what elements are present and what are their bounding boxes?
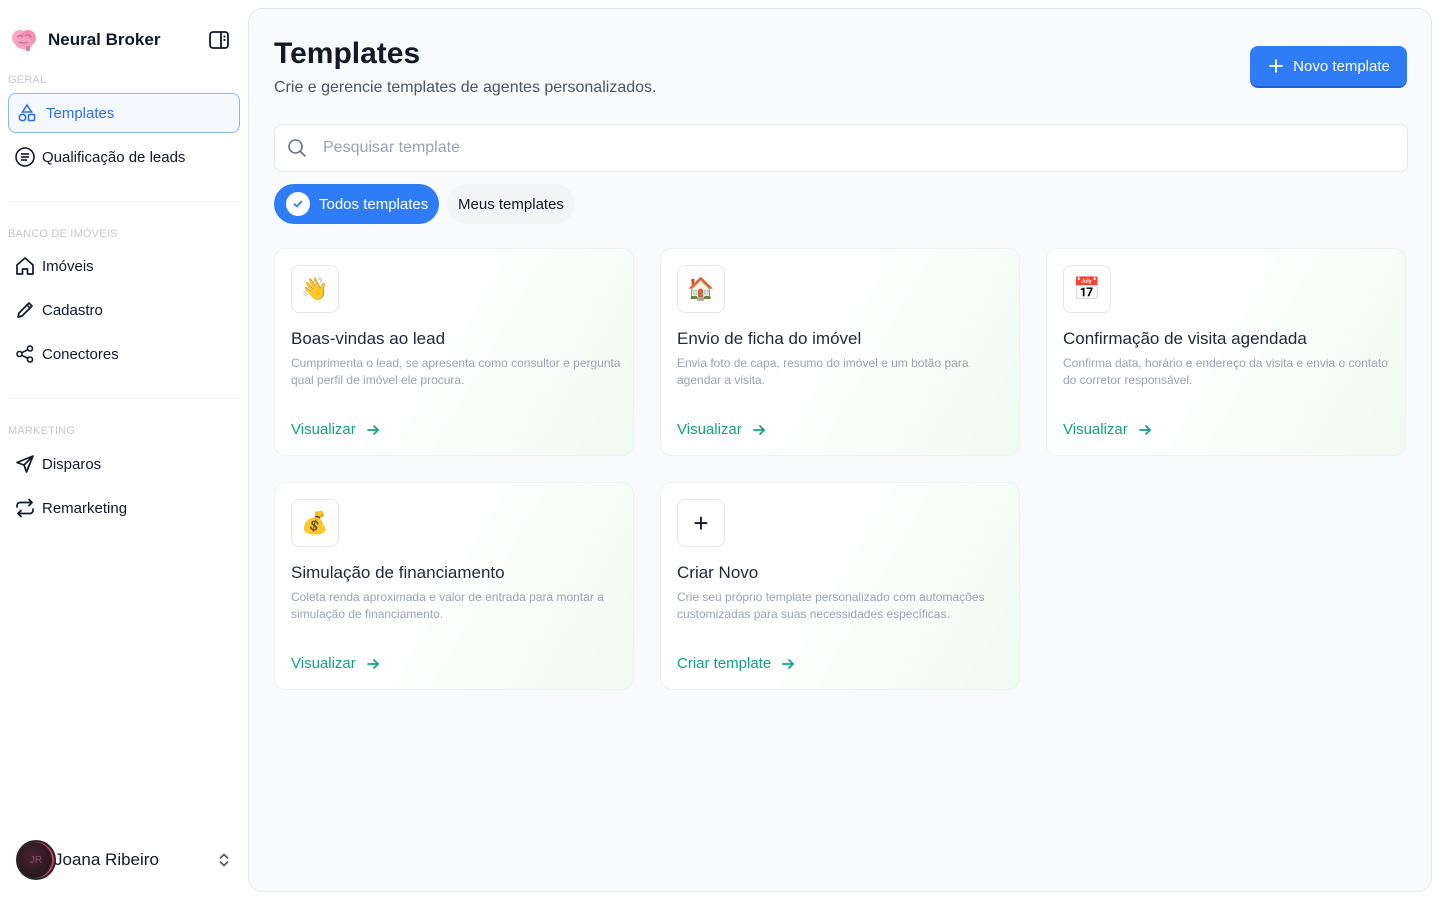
house-icon: 🏠 [677, 265, 725, 313]
link-label: Visualizar [291, 421, 356, 438]
search-input[interactable] [323, 139, 1323, 157]
user-menu[interactable]: JR Joana Ribeiro [16, 840, 236, 880]
search-icon [287, 138, 307, 158]
section-label-banco-de-imoveis: BANCO DE IMÓVEIS [8, 228, 118, 240]
card-description: Cumprimenta o lead, se apresenta como co… [291, 356, 621, 387]
template-card: 👋 Boas-vindas ao lead Cumprimenta o lead… [274, 248, 634, 456]
card-title: Simulação de financiamento [291, 563, 505, 582]
page-title: Templates [274, 37, 421, 70]
page-subtitle: Crie e gerencie templates de agentes per… [274, 79, 657, 96]
arrow-right-icon [752, 423, 766, 437]
create-template-link[interactable]: Criar template [677, 655, 795, 672]
avatar: JR [16, 840, 56, 880]
card-description: Envia foto de capa, resumo do imóvel e u… [677, 356, 969, 387]
card-title: Envio de ficha do imóvel [677, 329, 862, 348]
view-link[interactable]: Visualizar [291, 421, 380, 438]
send-icon [14, 453, 36, 475]
plus-icon [1267, 57, 1285, 75]
template-card: 💰 Simulação de financiamento Coleta rend… [274, 482, 634, 690]
brain-logo-icon [10, 26, 38, 54]
filter-all-templates[interactable]: Todos templates [274, 184, 439, 224]
waving-hand-icon: 👋 [291, 265, 339, 313]
card-description: Coleta renda aproximada e valor de entra… [291, 590, 604, 621]
repeat-icon [14, 497, 36, 519]
card-description: Confirma data, horário e endereço da vis… [1063, 356, 1388, 387]
sidebar-item-imoveis[interactable]: Imóveis [8, 246, 240, 286]
sidebar-item-templates[interactable]: Templates [8, 93, 240, 133]
sidebar-item-conectores[interactable]: Conectores [8, 334, 240, 374]
card-description: Crie seu próprio template personalizado … [677, 590, 985, 621]
filter-label: Todos templates [319, 195, 429, 213]
divider [8, 201, 240, 202]
link-label: Visualizar [1063, 421, 1128, 438]
view-link[interactable]: Visualizar [1063, 421, 1152, 438]
plus-icon[interactable]: + [677, 499, 725, 547]
view-link[interactable]: Visualizar [677, 421, 766, 438]
arrow-right-icon [366, 423, 380, 437]
create-template-card: + Criar Novo Crie seu próprio template p… [660, 482, 1020, 690]
view-link[interactable]: Visualizar [291, 655, 380, 672]
search-box [274, 124, 1408, 172]
sidebar-item-disparos[interactable]: Disparos [8, 444, 240, 484]
new-template-button[interactable]: Novo template [1250, 46, 1407, 88]
check-icon [286, 192, 310, 216]
sidebar-item-remarketing[interactable]: Remarketing [8, 488, 240, 528]
shapes-icon [16, 102, 38, 124]
arrow-right-icon [781, 657, 795, 671]
list-circle-icon [14, 146, 36, 168]
divider [8, 398, 240, 399]
template-card: 📅 Confirmação de visita agendada Confirm… [1046, 248, 1406, 456]
share-icon [14, 343, 36, 365]
sidebar-item-label: Conectores [42, 345, 119, 363]
filter-label: Meus templates [458, 195, 564, 213]
sidebar-item-label: Remarketing [42, 499, 128, 517]
main-panel: Templates Crie e gerencie templates de a… [248, 8, 1432, 892]
link-label: Visualizar [677, 421, 742, 438]
avatar-initials: JR [29, 854, 43, 866]
arrow-right-icon [1138, 423, 1152, 437]
template-card: 🏠 Envio de ficha do imóvel Envia foto de… [660, 248, 1020, 456]
link-label: Criar template [677, 655, 772, 672]
sidebar-item-cadastro[interactable]: Cadastro [8, 290, 240, 330]
sidebar-item-label: Disparos [42, 455, 102, 473]
sidebar: Neural Broker GERAL Templates Qualificaç… [0, 0, 248, 900]
brand-name: Neural Broker [48, 30, 161, 49]
sidebar-toggle-icon[interactable] [207, 28, 231, 52]
pencil-icon [14, 299, 36, 321]
sidebar-item-label: Imóveis [42, 257, 94, 275]
link-label: Visualizar [291, 655, 356, 672]
calendar-icon: 📅 [1063, 265, 1111, 313]
filter-my-templates[interactable]: Meus templates [447, 184, 575, 224]
chevron-up-down-icon [214, 850, 234, 870]
user-name: Joana Ribeiro [54, 850, 159, 869]
sidebar-item-label: Templates [46, 104, 115, 122]
section-label-marketing: MARKETING [8, 425, 76, 437]
new-template-label: Novo template [1293, 57, 1390, 75]
arrow-right-icon [366, 657, 380, 671]
sidebar-item-label: Qualificação de leads [42, 148, 186, 166]
brand: Neural Broker [10, 26, 235, 54]
card-title: Confirmação de visita agendada [1063, 329, 1307, 348]
sidebar-item-qualificacao-de-leads[interactable]: Qualificação de leads [8, 137, 240, 177]
card-title: Boas-vindas ao lead [291, 329, 446, 348]
section-label-geral: GERAL [8, 74, 47, 86]
card-title: Criar Novo [677, 563, 759, 582]
money-bag-icon: 💰 [291, 499, 339, 547]
sidebar-item-label: Cadastro [42, 301, 103, 319]
home-icon [14, 255, 36, 277]
